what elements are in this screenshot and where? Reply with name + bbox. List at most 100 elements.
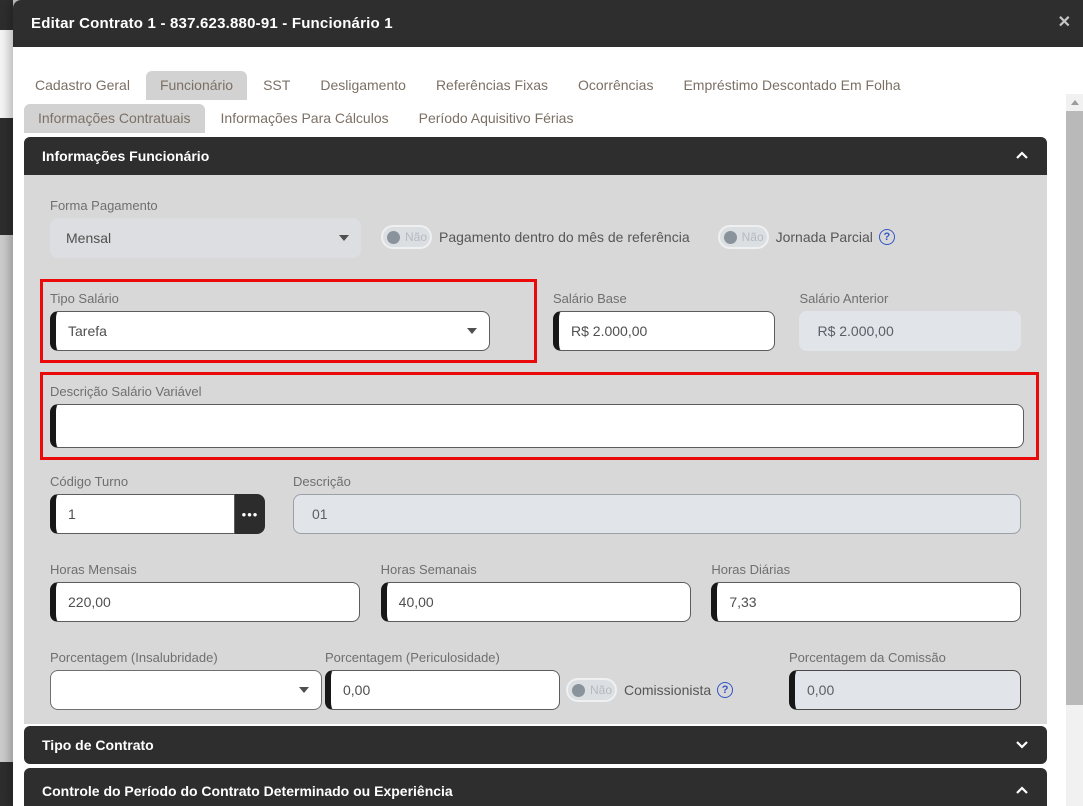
- row-descricao-salario-variavel: Descrição Salário Variável: [50, 372, 1021, 460]
- scroll-up-arrow[interactable]: [1066, 94, 1083, 111]
- field-label: Horas Semanais: [381, 561, 692, 578]
- tab-periodo-aquisitivo-ferias[interactable]: Período Aquisitivo Férias: [405, 104, 588, 133]
- toggle-state-label: Não: [742, 230, 764, 244]
- secondary-tabs: Informações Contratuais Informações Para…: [24, 104, 587, 133]
- toggle-knob: [387, 231, 400, 244]
- tab-informacoes-contratuais[interactable]: Informações Contratuais: [24, 104, 205, 133]
- field-label: Porcentagem (Periculosidade): [325, 649, 560, 666]
- row-forma-pagamento: Forma Pagamento Mensal Não Pagamen: [50, 197, 1021, 258]
- codigo-turno-input[interactable]: 1: [50, 494, 235, 534]
- field-label: Forma Pagamento: [50, 197, 361, 214]
- section-header-controle-periodo[interactable]: Controle do Período do Contrato Determin…: [24, 768, 1047, 806]
- field-label: Horas Diárias: [711, 561, 1021, 578]
- toggle-comissionista: Não Comissionista ?: [568, 680, 733, 700]
- scrollbar: [1066, 94, 1083, 806]
- tab-funcionario[interactable]: Funcionário: [146, 71, 247, 100]
- field-label: Salário Base: [553, 290, 775, 307]
- toggle-switch-pagamento[interactable]: Não: [383, 227, 430, 247]
- field-label: Tipo Salário: [50, 290, 490, 307]
- toggle-caption: Jornada Parcial: [776, 229, 873, 245]
- field-salario-anterior: Salário Anterior R$ 2.000,00: [799, 290, 1021, 351]
- row-porcentagens: Porcentagem (Insalubridade) Porcentagem …: [50, 649, 1021, 710]
- help-icon[interactable]: ?: [879, 229, 895, 245]
- row-turno: Código Turno 1 ••• Descrição 01: [50, 473, 1021, 534]
- toggle-switch-jornada[interactable]: Não: [720, 227, 767, 247]
- porcentagem-insalubridade-select[interactable]: [50, 670, 322, 710]
- tipo-salario-select[interactable]: Tarefa: [50, 311, 490, 351]
- background-page-strip: [0, 0, 13, 806]
- field-horas-mensais: Horas Mensais 220,00: [50, 561, 360, 622]
- scrollbar-thumb[interactable]: [1066, 111, 1083, 705]
- field-label: Horas Mensais: [50, 561, 360, 578]
- horas-mensais-input[interactable]: 220,00: [50, 582, 360, 622]
- field-horas-diarias: Horas Diárias 7,33: [711, 561, 1021, 622]
- salario-base-input[interactable]: R$ 2.000,00: [553, 311, 775, 351]
- select-value: Tarefa: [68, 323, 107, 339]
- section-title: Tipo de Contrato: [42, 737, 154, 753]
- section-header-informacoes-funcionario[interactable]: Informações Funcionário: [24, 137, 1047, 175]
- descricao-turno-input: 01: [293, 494, 1021, 534]
- toggle-knob: [572, 684, 585, 697]
- field-salario-base: Salário Base R$ 2.000,00: [553, 290, 775, 351]
- section-header-tipo-de-contrato[interactable]: Tipo de Contrato: [24, 726, 1047, 764]
- field-label: Porcentagem da Comissão: [789, 649, 1021, 666]
- field-porcentagem-periculosidade: Porcentagem (Periculosidade) 0,00: [325, 649, 560, 710]
- codigo-turno-group: 1 •••: [50, 494, 265, 534]
- field-porcentagem-comissao: Porcentagem da Comissão 0,00: [789, 649, 1021, 710]
- field-codigo-turno: Código Turno 1 •••: [50, 473, 265, 534]
- tab-ocorrencias[interactable]: Ocorrências: [564, 71, 667, 100]
- background-block: [0, 118, 13, 235]
- help-icon[interactable]: ?: [717, 682, 733, 698]
- toggle-pagamento-dentro-mes: Não Pagamento dentro do mês de referênci…: [383, 227, 690, 247]
- toggle-state-label: Não: [405, 230, 427, 244]
- modal-header: Editar Contrato 1 - 837.623.880-91 - Fun…: [13, 0, 1083, 47]
- descricao-salario-variavel-input[interactable]: [50, 404, 1024, 448]
- highlight-box-descricao-variavel: Descrição Salário Variável: [40, 372, 1039, 460]
- forma-pagamento-select[interactable]: Mensal: [50, 218, 361, 258]
- modal-body: Cadastro Geral Funcionário SST Desligame…: [13, 47, 1083, 806]
- field-horas-semanais: Horas Semanais 40,00: [381, 561, 692, 622]
- porcentagem-comissao-input: 0,00: [789, 670, 1021, 710]
- close-icon[interactable]: ✕: [1058, 13, 1071, 33]
- chevron-down-icon: [1015, 736, 1029, 754]
- background-block: [0, 30, 13, 118]
- tab-referencias-fixas[interactable]: Referências Fixas: [422, 71, 562, 100]
- caret-down-icon: [467, 328, 477, 334]
- toggle-state-label: Não: [590, 683, 612, 697]
- field-porcentagem-insalubridade: Porcentagem (Insalubridade): [50, 649, 322, 710]
- section-title: Controle do Período do Contrato Determin…: [42, 783, 453, 799]
- field-label: Porcentagem (Insalubridade): [50, 649, 322, 666]
- field-label: Descrição Salário Variável: [50, 383, 1024, 400]
- modal-title: Editar Contrato 1 - 837.623.880-91 - Fun…: [31, 15, 393, 32]
- row-horas: Horas Mensais 220,00 Horas Semanais 40,0…: [50, 561, 1021, 622]
- field-label: Salário Anterior: [799, 290, 1021, 307]
- lookup-dots-button[interactable]: •••: [235, 494, 265, 534]
- field-descricao-turno: Descrição 01: [293, 473, 1021, 534]
- chevron-up-icon: [1015, 782, 1029, 800]
- field-descricao-salario-variavel: Descrição Salário Variável: [50, 383, 1024, 448]
- section-body: Forma Pagamento Mensal Não Pagamen: [24, 175, 1047, 724]
- tab-sst[interactable]: SST: [249, 71, 304, 100]
- horas-diarias-input[interactable]: 7,33: [711, 582, 1021, 622]
- toggle-switch-comissionista[interactable]: Não: [568, 680, 615, 700]
- background-block: [0, 0, 13, 30]
- chevron-up-icon: [1015, 147, 1029, 165]
- edit-contract-modal: Editar Contrato 1 - 837.623.880-91 - Fun…: [13, 0, 1083, 806]
- horas-semanais-input[interactable]: 40,00: [381, 582, 692, 622]
- toggle-knob: [724, 231, 737, 244]
- tab-emprestimo-descontado[interactable]: Empréstimo Descontado Em Folha: [669, 71, 914, 100]
- background-block: [0, 762, 13, 806]
- section-informacoes-funcionario: Informações Funcionário Forma Pagamento …: [24, 137, 1047, 724]
- field-label: Código Turno: [50, 473, 265, 490]
- field-label: Descrição: [293, 473, 1021, 490]
- porcentagem-periculosidade-input[interactable]: 0,00: [325, 670, 560, 710]
- caret-down-icon: [339, 235, 349, 241]
- tab-informacoes-para-calculos[interactable]: Informações Para Cálculos: [207, 104, 403, 133]
- select-value: Mensal: [66, 230, 111, 246]
- tab-cadastro-geral[interactable]: Cadastro Geral: [21, 71, 144, 100]
- primary-tabs: Cadastro Geral Funcionário SST Desligame…: [21, 71, 915, 100]
- salario-anterior-input: R$ 2.000,00: [799, 311, 1021, 351]
- tab-desligamento[interactable]: Desligamento: [306, 71, 420, 100]
- screen: Editar Contrato 1 - 837.623.880-91 - Fun…: [0, 0, 1083, 806]
- highlight-box-tipo-salario: Tipo Salário Tarefa: [40, 279, 537, 363]
